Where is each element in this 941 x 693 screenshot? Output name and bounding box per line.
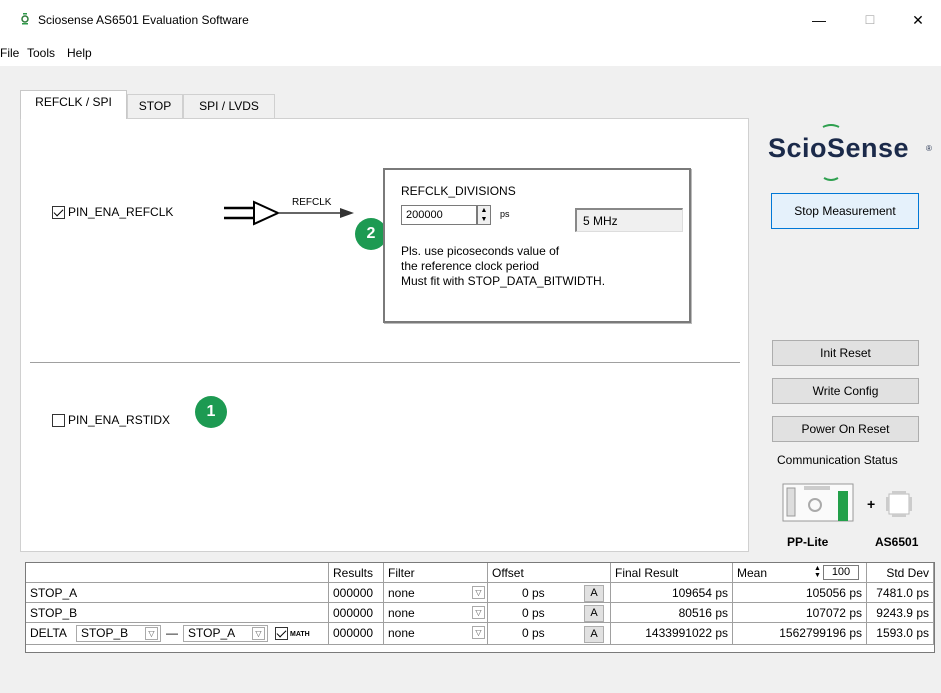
offset-cell: 0 ps A xyxy=(488,603,611,623)
chevron-down-icon[interactable]: ▽ xyxy=(472,626,485,639)
checkbox-label: PIN_ENA_REFCLK xyxy=(68,205,174,219)
step-1-badge: 1 xyxy=(195,396,227,428)
chevron-down-icon[interactable]: ▽ xyxy=(252,627,265,640)
header-final-result: Final Result xyxy=(611,563,733,583)
pin-ena-refclk-checkbox[interactable]: PIN_ENA_REFCLK xyxy=(52,205,173,219)
mean-spinner-icon[interactable]: ▲ ▼ xyxy=(814,565,821,579)
offset-cell: 0 ps A xyxy=(488,583,611,603)
row-results: 000000 xyxy=(329,623,384,645)
row-name: DELTA xyxy=(30,626,67,640)
refclk-divisions-input[interactable]: 200000 xyxy=(401,205,477,225)
row-final-result: 80516 ps xyxy=(611,603,733,623)
init-reset-button[interactable]: Init Reset xyxy=(772,340,919,366)
filter-select[interactable]: none ▽ xyxy=(384,603,488,623)
minus-label: — xyxy=(166,626,178,640)
mean-label: Mean xyxy=(737,566,768,580)
close-button[interactable]: ✕ xyxy=(895,6,941,34)
filter-select[interactable]: none ▽ xyxy=(384,623,488,645)
pin-ena-rstidx-checkbox[interactable]: PIN_ENA_RSTIDX xyxy=(52,413,170,427)
row-mean: 107072 ps xyxy=(733,603,867,623)
chevron-down-icon[interactable]: ▽ xyxy=(145,627,158,640)
write-config-button[interactable]: Write Config xyxy=(772,378,919,404)
tab-stop[interactable]: STOP xyxy=(127,94,183,118)
offset-value: 0 ps xyxy=(522,606,545,620)
pp-lite-board-icon xyxy=(782,483,854,522)
row-final-result: 1433991022 ps xyxy=(611,623,733,645)
header-blank xyxy=(26,563,329,583)
refclk-divisions-title: REFCLK_DIVISIONS xyxy=(401,184,516,198)
registered-icon: ® xyxy=(926,144,932,153)
mean-count-input[interactable]: 100 xyxy=(823,565,859,580)
menu-bar: File Tools Help xyxy=(0,38,941,66)
row-std-dev: 7481.0 ps xyxy=(867,583,934,603)
delta-left-select[interactable]: STOP_B ▽ xyxy=(76,625,161,642)
delta-right-select[interactable]: STOP_A ▽ xyxy=(183,625,268,642)
title-bar: Sciosense AS6501 Evaluation Software — ☐… xyxy=(0,0,941,38)
math-checkbox[interactable] xyxy=(275,627,288,640)
logo-swoosh-icon xyxy=(822,124,840,181)
header-std-dev: Std Dev xyxy=(867,563,934,583)
tab-spi-lvds[interactable]: SPI / LVDS xyxy=(183,94,275,118)
refclk-divisions-panel: REFCLK_DIVISIONS 200000 ▲ ▼ ps 5 MHz Pls.… xyxy=(383,168,691,323)
power-on-reset-button[interactable]: Power On Reset xyxy=(772,416,919,442)
communication-status-label: Communication Status xyxy=(777,453,898,467)
filter-value: none xyxy=(388,626,415,640)
menu-tools[interactable]: Tools xyxy=(27,46,55,60)
delta-left-value: STOP_B xyxy=(81,626,129,640)
header-filter: Filter xyxy=(384,563,488,583)
delta-right-value: STOP_A xyxy=(188,626,236,640)
header-offset: Offset xyxy=(488,563,611,583)
app-logo-icon xyxy=(21,13,29,25)
row-std-dev: 9243.9 ps xyxy=(867,603,934,623)
frequency-readout: 5 MHz xyxy=(575,208,683,232)
window-title: Sciosense AS6501 Evaluation Software xyxy=(38,13,249,27)
chevron-down-icon[interactable]: ▽ xyxy=(472,606,485,619)
unit-label: ps xyxy=(500,209,510,219)
header-mean: Mean ▲ ▼ 100 xyxy=(733,563,867,583)
math-label: MATH xyxy=(290,631,310,638)
row-mean: 105056 ps xyxy=(733,583,867,603)
auto-offset-button[interactable]: A xyxy=(584,605,604,622)
stop-measurement-button[interactable]: Stop Measurement xyxy=(771,193,919,229)
section-divider xyxy=(30,362,740,363)
results-table: Results Filter Offset Final Result Mean … xyxy=(25,562,935,653)
filter-value: none xyxy=(388,586,415,600)
offset-cell: 0 ps A xyxy=(488,623,611,645)
tab-refclk-spi[interactable]: REFCLK / SPI xyxy=(20,90,127,119)
row-results: 000000 xyxy=(329,583,384,603)
note-line: Must fit with STOP_DATA_BITWIDTH. xyxy=(401,274,606,288)
checkbox-icon xyxy=(52,205,65,219)
offset-value: 0 ps xyxy=(522,626,545,640)
minimize-button[interactable]: — xyxy=(796,6,842,34)
note-line: the reference clock period xyxy=(401,259,540,273)
pp-lite-label: PP-Lite xyxy=(787,535,829,549)
header-results: Results xyxy=(329,563,384,583)
row-name: STOP_B xyxy=(26,603,329,623)
menu-help[interactable]: Help xyxy=(67,46,92,60)
filter-select[interactable]: none ▽ xyxy=(384,583,488,603)
row-name: STOP_A xyxy=(26,583,329,603)
chevron-down-icon[interactable]: ▽ xyxy=(472,586,485,599)
auto-offset-button[interactable]: A xyxy=(584,626,604,643)
row-std-dev: 1593.0 ps xyxy=(867,623,934,645)
refclk-arrow-label: REFCLK xyxy=(292,197,332,208)
row-results: 000000 xyxy=(329,603,384,623)
note-line: Pls. use picoseconds value of xyxy=(401,244,560,258)
as6501-label: AS6501 xyxy=(875,535,919,549)
checkbox-label: PIN_ENA_RSTIDX xyxy=(68,413,171,427)
auto-offset-button[interactable]: A xyxy=(584,585,604,602)
checkbox-icon xyxy=(52,413,65,427)
maximize-button[interactable]: ☐ xyxy=(847,6,893,34)
plus-label: + xyxy=(867,496,876,512)
offset-value: 0 ps xyxy=(522,586,545,600)
refclk-note: Pls. use picoseconds value of the refere… xyxy=(401,244,605,289)
spinner-icon[interactable]: ▲ ▼ xyxy=(477,205,491,225)
row-mean: 1562799196 ps xyxy=(733,623,867,645)
delta-row-header: DELTA STOP_B ▽ — STOP_A ▽ MATH xyxy=(26,623,329,645)
as6501-chip-icon xyxy=(886,491,912,517)
filter-value: none xyxy=(388,606,415,620)
menu-file[interactable]: File xyxy=(0,46,19,60)
row-final-result: 109654 ps xyxy=(611,583,733,603)
